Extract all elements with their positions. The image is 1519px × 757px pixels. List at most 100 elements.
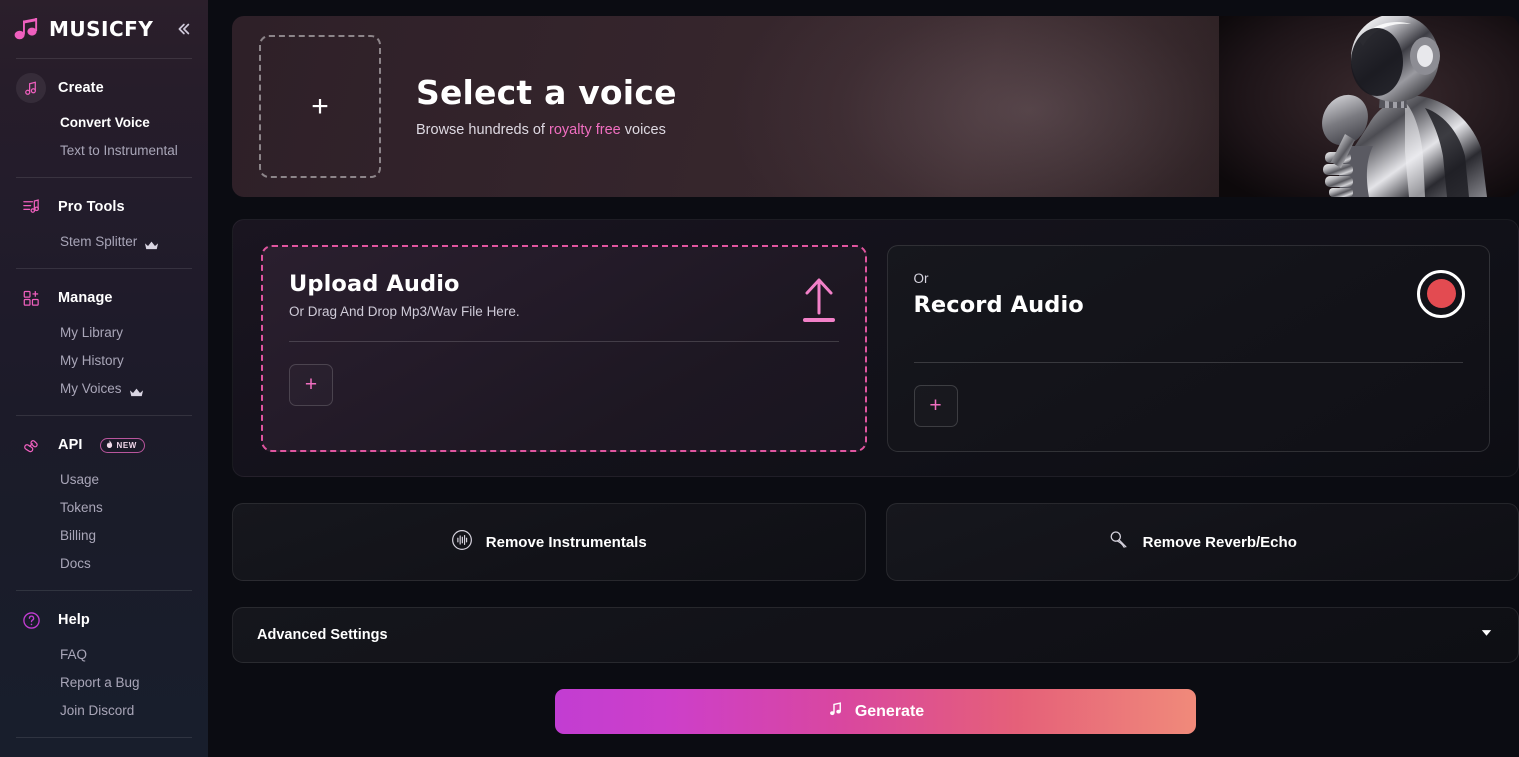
royalty-free-link[interactable]: royalty free <box>549 122 621 138</box>
sidebar-group-create: Create Convert Voice Text to Instrumenta… <box>0 59 208 177</box>
sidebar-item-my-library[interactable]: My Library <box>0 319 208 347</box>
sidebar-item-stem-splitter[interactable]: Stem Splitter <box>0 228 208 256</box>
sidebar-item-label: My Voices <box>60 381 122 396</box>
sidebar-item-label: My History <box>60 353 124 368</box>
chevron-down-icon[interactable] <box>1479 625 1494 645</box>
sidebar-item-label: Convert Voice <box>60 115 150 130</box>
status-badge-label: NEW <box>116 440 137 450</box>
sidebar-group-header-help[interactable]: Help <box>0 605 208 635</box>
page-title: Select a voice <box>416 73 677 113</box>
record-audio-card[interactable]: Or Record Audio + <box>886 244 1490 452</box>
record-dot <box>1426 279 1456 308</box>
robot-singer-artwork <box>1219 16 1519 197</box>
music-note-icon <box>827 701 844 723</box>
music-note-icon <box>14 17 40 41</box>
sidebar-group-header-create[interactable]: Create <box>0 73 208 103</box>
sidebar-sublist-pro-tools: Stem Splitter <box>0 228 208 256</box>
record-audio-title: Record Audio <box>913 291 1084 318</box>
upload-add-button[interactable]: + <box>289 363 333 406</box>
crown-icon <box>144 237 159 249</box>
sidebar-group-pro-tools: Pro Tools Stem Splitter <box>0 178 208 268</box>
music-note-icon <box>16 73 46 103</box>
sidebar-item-billing[interactable]: Billing <box>0 522 208 550</box>
equalizer-note-icon <box>16 192 46 222</box>
generate-button[interactable]: Generate <box>555 689 1196 734</box>
sidebar-group-label: Manage <box>58 290 113 306</box>
main-content: + Select a voice Browse hundreds of roya… <box>208 0 1519 757</box>
sidebar-item-label: Billing <box>60 528 97 543</box>
sidebar-item-label: Usage <box>60 472 100 487</box>
sidebar-item-my-voices[interactable]: My Voices <box>0 375 208 403</box>
sidebar-sublist-manage: My Library My History My Voices <box>0 319 208 403</box>
plus-icon: + <box>929 394 942 417</box>
sidebar-group-label: Help <box>58 612 90 628</box>
record-card-divider <box>913 361 1463 363</box>
sidebar-item-label: Docs <box>60 556 91 571</box>
sidebar-sublist-create: Convert Voice Text to Instrumental <box>0 109 208 165</box>
sidebar-group-api: API NEW Usage Tokens Billing Docs <box>0 416 208 590</box>
sidebar-group-header-pro-tools[interactable]: Pro Tools <box>0 192 208 222</box>
upload-card-divider <box>289 340 839 342</box>
sidebar-group-header-api[interactable]: API NEW <box>0 430 208 460</box>
question-circle-icon <box>16 605 46 635</box>
plus-icon: + <box>311 89 329 123</box>
upload-audio-card[interactable]: Upload Audio Or Drag And Drop Mp3/Wav Fi… <box>261 244 867 452</box>
waveform-circle-icon <box>451 529 473 556</box>
chevron-double-left-icon[interactable] <box>172 18 194 40</box>
sidebar-group-label: API <box>58 437 83 453</box>
tool-label: Remove Reverb/Echo <box>1142 533 1297 551</box>
sidebar-item-label: Text to Instrumental <box>60 143 178 158</box>
sidebar-item-convert-voice[interactable]: Convert Voice <box>0 109 208 137</box>
subtitle-part-1: Browse hundreds of <box>416 121 549 138</box>
sidebar-group-label: Pro Tools <box>58 199 125 215</box>
audio-tools-row: Remove Instrumentals Remove Reverb/Echo <box>232 503 1519 581</box>
sidebar-divider <box>16 737 192 738</box>
crown-icon <box>129 384 144 396</box>
microphone-icon <box>1108 529 1130 556</box>
sidebar-group-header-manage[interactable]: Manage <box>0 283 208 313</box>
advanced-settings-label: Advanced Settings <box>257 627 388 643</box>
sidebar-group-help: Help FAQ Report a Bug Join Discord <box>0 591 208 737</box>
sidebar: MUSICFY Create Convert Voice Text to Ins… <box>0 0 208 757</box>
sidebar-group-label: Create <box>58 80 104 96</box>
upload-audio-subtitle: Or Drag And Drop Mp3/Wav File Here. <box>289 303 520 319</box>
sidebar-sublist-api: Usage Tokens Billing Docs <box>0 466 208 578</box>
upload-audio-title: Upload Audio <box>289 270 460 297</box>
sidebar-item-my-history[interactable]: My History <box>0 347 208 375</box>
select-voice-add-button[interactable]: + <box>259 35 381 178</box>
sidebar-group-manage: Manage My Library My History My Voices <box>0 269 208 415</box>
grid-plus-icon <box>16 283 46 313</box>
sidebar-item-label: FAQ <box>60 647 88 662</box>
advanced-settings-accordion[interactable]: Advanced Settings <box>232 607 1519 663</box>
sidebar-item-label: My Library <box>60 325 124 340</box>
subtitle-part-2: voices <box>620 121 666 138</box>
brand-header: MUSICFY <box>0 0 208 58</box>
plug-connector-icon <box>16 430 46 460</box>
generate-button-label: Generate <box>854 702 925 720</box>
sidebar-item-usage[interactable]: Usage <box>0 466 208 494</box>
remove-instrumentals-button[interactable]: Remove Instrumentals <box>232 503 866 581</box>
sidebar-item-faq[interactable]: FAQ <box>0 641 208 669</box>
sidebar-item-text-to-instrumental[interactable]: Text to Instrumental <box>0 137 208 165</box>
sidebar-item-report-a-bug[interactable]: Report a Bug <box>0 669 208 697</box>
sidebar-item-tokens[interactable]: Tokens <box>0 494 208 522</box>
record-or-label: Or <box>913 270 929 286</box>
page-subtitle: Browse hundreds of royalty free voices <box>416 122 677 138</box>
audio-input-panel: Upload Audio Or Drag And Drop Mp3/Wav Fi… <box>232 219 1519 477</box>
sidebar-item-label: Report a Bug <box>60 675 140 690</box>
select-voice-banner: + Select a voice Browse hundreds of roya… <box>232 16 1519 197</box>
sidebar-item-join-discord[interactable]: Join Discord <box>0 697 208 725</box>
select-voice-text: Select a voice Browse hundreds of royalt… <box>416 73 677 138</box>
flame-icon <box>106 439 113 451</box>
generate-row: Generate <box>232 689 1519 734</box>
tool-label: Remove Instrumentals <box>485 533 647 551</box>
sidebar-item-label: Join Discord <box>60 703 135 718</box>
remove-reverb-echo-button[interactable]: Remove Reverb/Echo <box>885 503 1519 581</box>
sidebar-sublist-help: FAQ Report a Bug Join Discord <box>0 641 208 725</box>
upload-arrow-icon[interactable] <box>799 275 839 323</box>
brand-name: MUSICFY <box>49 17 154 41</box>
sidebar-item-docs[interactable]: Docs <box>0 550 208 578</box>
record-circle-icon[interactable] <box>1417 269 1465 318</box>
status-badge-new: NEW <box>100 437 145 453</box>
record-add-button[interactable]: + <box>913 384 958 427</box>
